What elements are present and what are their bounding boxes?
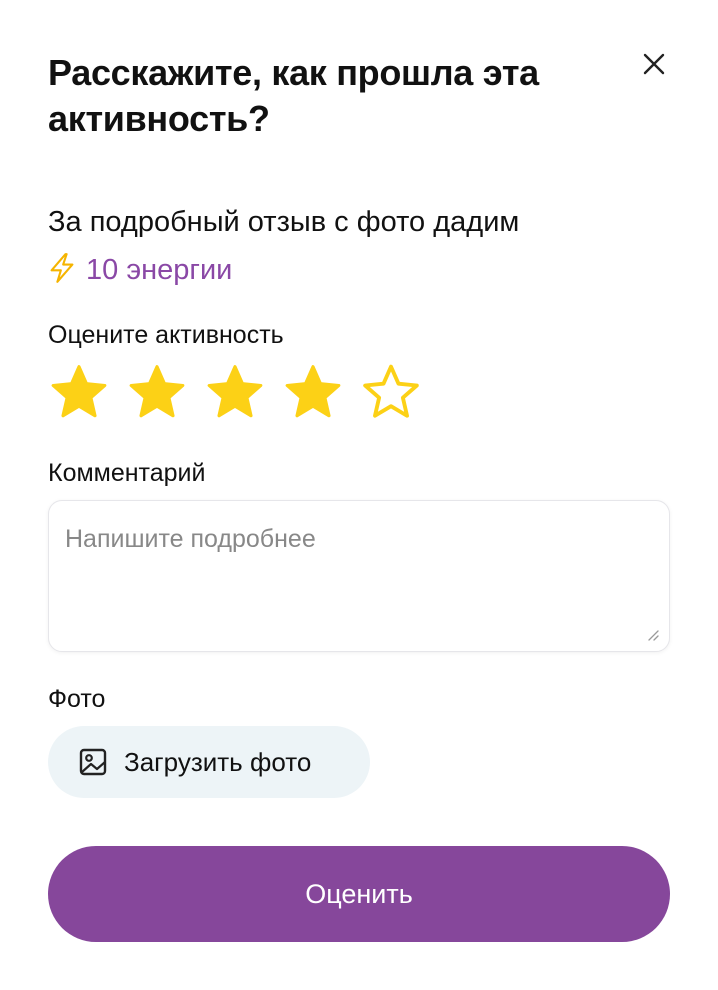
star-empty-icon[interactable] <box>360 362 422 424</box>
upload-photo-button[interactable]: Загрузить фото <box>48 726 370 798</box>
star-rating <box>48 362 422 424</box>
lightning-icon <box>50 253 74 283</box>
rating-label: Оцените активность <box>48 321 284 349</box>
star-filled-icon[interactable] <box>204 362 266 424</box>
reward-intro-text: За подробный отзыв с фото дадим <box>48 206 520 238</box>
reward-info: За подробный отзыв с фото дадим 10 энерг… <box>48 198 668 294</box>
upload-photo-label: Загрузить фото <box>124 746 312 777</box>
rating-dialog: Расскажите, как прошла эта активность? З… <box>0 0 718 990</box>
dialog-title: Расскажите, как прошла эта активность? <box>48 52 539 139</box>
star-filled-icon[interactable] <box>126 362 188 424</box>
comment-field-container <box>48 500 670 652</box>
star-filled-icon[interactable] <box>48 362 110 424</box>
image-icon <box>79 748 107 776</box>
star-filled-icon[interactable] <box>282 362 344 424</box>
comment-label: Комментарий <box>48 459 206 487</box>
reward-amount-text: 10 энергии <box>86 254 233 286</box>
submit-rating-button[interactable]: Оценить <box>48 846 670 942</box>
reward-amount: 10 энергии <box>48 246 668 294</box>
resize-handle-icon[interactable] <box>645 627 659 641</box>
photo-label: Фото <box>48 685 106 713</box>
comment-input[interactable] <box>49 501 669 651</box>
close-icon <box>643 53 665 75</box>
close-button[interactable] <box>634 44 674 84</box>
submit-rating-label: Оценить <box>305 878 413 909</box>
